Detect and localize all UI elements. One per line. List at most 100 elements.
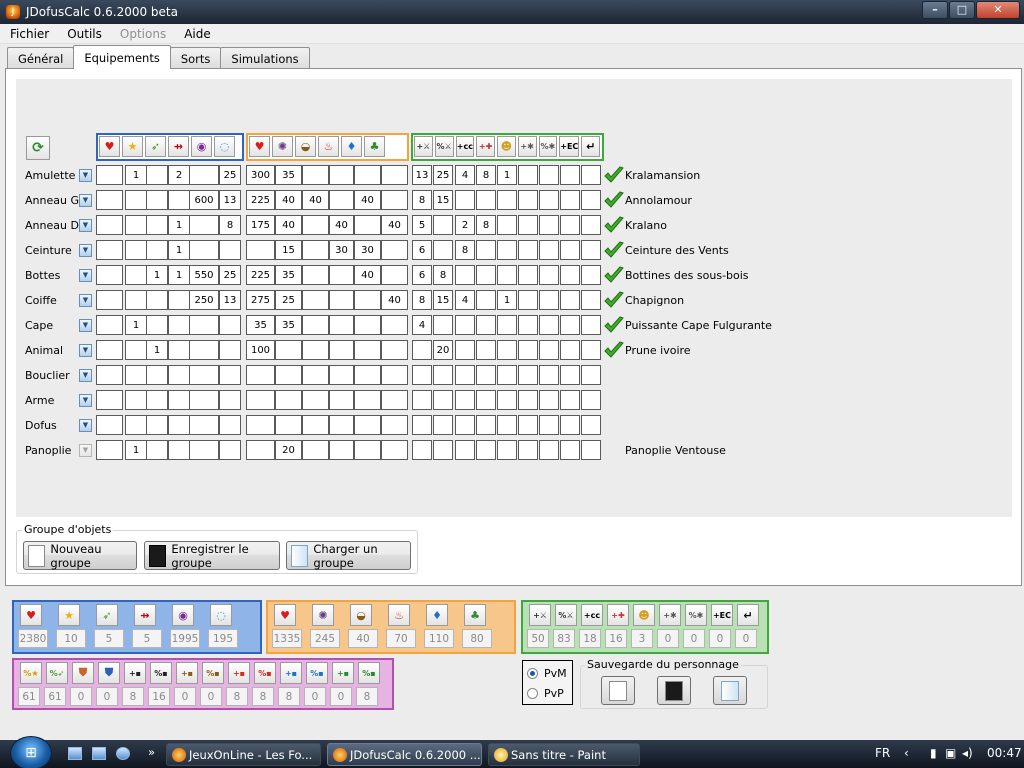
stat-cell[interactable] — [497, 440, 517, 460]
stat-cell[interactable] — [581, 365, 601, 385]
stat-cell[interactable]: 8 — [412, 190, 432, 210]
stat-cell[interactable]: 1 — [125, 315, 147, 335]
minimize-icon[interactable]: – — [922, 1, 948, 19]
stat-cell[interactable]: 1 — [146, 340, 168, 360]
stat-cell[interactable] — [455, 365, 475, 385]
stat-cell[interactable]: 15 — [275, 240, 302, 260]
stat-cell[interactable] — [381, 240, 408, 260]
show-desktop-icon[interactable] — [68, 747, 82, 760]
stat-cell[interactable]: 2 — [168, 165, 190, 185]
stat-cell[interactable] — [96, 215, 123, 235]
stat-cell[interactable] — [146, 290, 168, 310]
menu-fichier[interactable]: Fichier — [0, 27, 57, 41]
stat-cell[interactable] — [96, 240, 123, 260]
stat-cell[interactable] — [412, 415, 432, 435]
stat-cell[interactable] — [302, 390, 329, 410]
stat-cell[interactable]: 175 — [246, 215, 275, 235]
stat-cell[interactable]: 1 — [168, 215, 190, 235]
tab-general[interactable]: Général — [7, 47, 75, 69]
stat-cell[interactable] — [539, 215, 559, 235]
stat-cell[interactable] — [354, 365, 381, 385]
stat-cell[interactable]: 35 — [275, 165, 302, 185]
stat-cell[interactable] — [560, 265, 580, 285]
taskbar-item-paint[interactable]: Sans titre - Paint — [488, 743, 640, 766]
stat-cell[interactable]: 6 — [412, 240, 432, 260]
stat-cell[interactable] — [518, 340, 538, 360]
stat-cell[interactable] — [412, 365, 432, 385]
stat-cell[interactable] — [302, 365, 329, 385]
stat-cell[interactable]: 40 — [354, 190, 381, 210]
stat-cell[interactable]: 25 — [275, 290, 302, 310]
stat-cell[interactable] — [246, 365, 275, 385]
stat-cell[interactable] — [302, 440, 329, 460]
item-dropdown-10[interactable]: ▼ — [79, 419, 92, 432]
stat-cell[interactable] — [381, 315, 408, 335]
stat-cell[interactable]: 1 — [125, 440, 147, 460]
stat-cell[interactable]: 8 — [219, 215, 241, 235]
stat-cell[interactable] — [329, 265, 354, 285]
stat-cell[interactable] — [125, 415, 147, 435]
stat-cell[interactable] — [497, 215, 517, 235]
stat-cell[interactable]: 5 — [412, 215, 432, 235]
stat-cell[interactable] — [354, 165, 381, 185]
stat-cell[interactable] — [125, 390, 147, 410]
stat-cell[interactable] — [246, 415, 275, 435]
refresh-icon[interactable]: ⟳ — [26, 136, 50, 160]
stat-cell[interactable]: 25 — [219, 265, 241, 285]
stat-cell[interactable] — [476, 315, 496, 335]
load-character-button[interactable] — [713, 676, 747, 705]
stat-cell[interactable] — [189, 365, 219, 385]
stat-cell[interactable] — [125, 240, 147, 260]
stat-cell[interactable] — [275, 390, 302, 410]
stat-cell[interactable]: 15 — [433, 190, 453, 210]
stat-cell[interactable] — [189, 340, 219, 360]
stat-cell[interactable]: 4 — [455, 165, 475, 185]
stat-cell[interactable] — [518, 215, 538, 235]
stat-cell[interactable]: 35 — [246, 315, 275, 335]
stat-cell[interactable] — [302, 290, 329, 310]
stat-cell[interactable]: 1 — [497, 290, 517, 310]
internet-explorer-icon[interactable] — [116, 747, 130, 760]
stat-cell[interactable] — [518, 165, 538, 185]
stat-cell[interactable] — [518, 265, 538, 285]
load-group-button[interactable]: Charger un groupe — [286, 541, 411, 570]
stat-cell[interactable] — [329, 440, 354, 460]
stat-cell[interactable] — [539, 365, 559, 385]
stat-cell[interactable] — [125, 290, 147, 310]
stat-cell[interactable]: 40 — [381, 215, 408, 235]
stat-cell[interactable] — [381, 365, 408, 385]
item-dropdown-6[interactable]: ▼ — [79, 319, 92, 332]
stat-cell[interactable] — [539, 165, 559, 185]
stat-cell[interactable] — [381, 190, 408, 210]
item-dropdown-1[interactable]: ▼ — [79, 194, 92, 207]
stat-cell[interactable]: 1 — [146, 265, 168, 285]
stat-cell[interactable] — [581, 415, 601, 435]
tab-sorts[interactable]: Sorts — [169, 47, 222, 69]
stat-cell[interactable] — [354, 340, 381, 360]
stat-cell[interactable]: 20 — [275, 440, 302, 460]
stat-cell[interactable] — [560, 215, 580, 235]
item-dropdown-8[interactable]: ▼ — [79, 369, 92, 382]
stat-cell[interactable] — [433, 365, 453, 385]
new-group-button[interactable]: Nouveau groupe — [23, 541, 137, 570]
stat-cell[interactable] — [433, 440, 453, 460]
stat-cell[interactable]: 13 — [219, 290, 241, 310]
stat-cell[interactable] — [219, 390, 241, 410]
stat-cell[interactable]: 1 — [497, 165, 517, 185]
save-group-button[interactable]: Enregistrer le groupe — [144, 541, 280, 570]
stat-cell[interactable] — [560, 365, 580, 385]
stat-cell[interactable] — [581, 390, 601, 410]
menu-outils[interactable]: Outils — [57, 27, 110, 41]
stat-cell[interactable] — [518, 240, 538, 260]
stat-cell[interactable] — [476, 290, 496, 310]
stat-cell[interactable] — [539, 440, 559, 460]
stat-cell[interactable] — [96, 390, 123, 410]
stat-cell[interactable] — [476, 340, 496, 360]
stat-cell[interactable] — [125, 265, 147, 285]
stat-cell[interactable]: 35 — [275, 265, 302, 285]
stat-cell[interactable]: 6 — [412, 265, 432, 285]
stat-cell[interactable] — [581, 315, 601, 335]
stat-cell[interactable] — [539, 290, 559, 310]
maximize-icon[interactable]: □ — [949, 1, 975, 19]
stat-cell[interactable] — [476, 265, 496, 285]
